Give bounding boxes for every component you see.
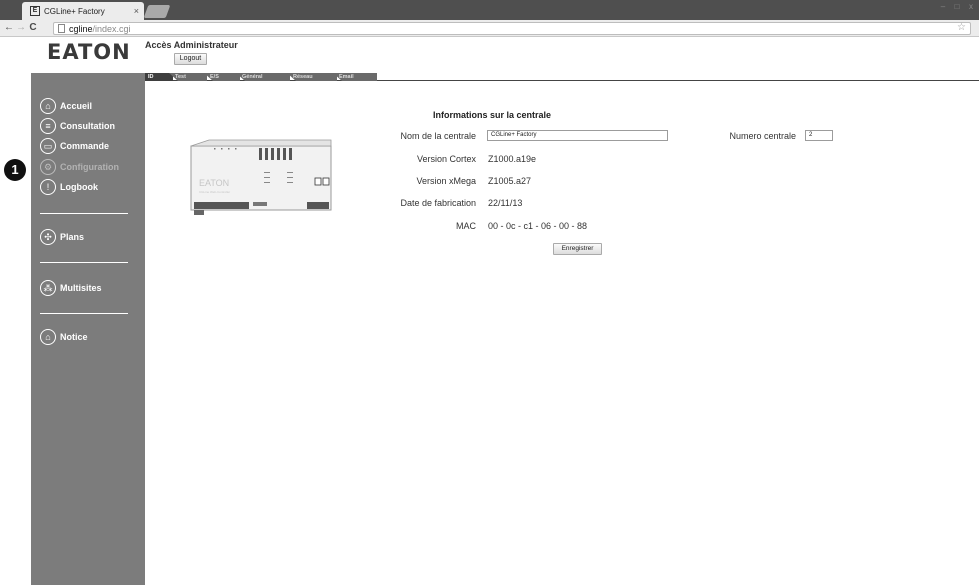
reload-icon[interactable]: C (27, 21, 39, 35)
config-tabs: ID Test E/S Général Réseau Email (145, 73, 979, 81)
date-label: Date de fabrication (400, 198, 476, 208)
favicon-icon: E (30, 6, 40, 16)
sidebar-item-logbook[interactable]: ! Logbook (40, 179, 98, 195)
mac-value: 00 - 0c - c1 - 06 - 00 - 88 (488, 221, 588, 231)
browser-window: E CGLine+ Factory × – □ x ← → C cgline /… (0, 0, 979, 585)
sidebar-item-configuration[interactable]: ⚙ Configuration (40, 159, 119, 175)
gears-icon: ⚙ (40, 159, 56, 175)
device-subtitle: CGLine Web-Controller (199, 190, 230, 194)
number-label: Numero centrale (729, 131, 796, 141)
eaton-logo: EATON (47, 40, 131, 64)
sidebar-item-label: Consultation (60, 121, 115, 131)
tab-es[interactable]: E/S (204, 73, 240, 81)
cortex-value: Z1000.a19e (488, 154, 537, 164)
url-path: /index.cgi (92, 23, 131, 34)
address-bar[interactable]: cgline /index.cgi ☆ (53, 22, 971, 35)
command-icon: ▭ (40, 138, 56, 154)
forward-arrow-icon[interactable]: → (15, 21, 27, 35)
admin-title: Accès Administrateur (145, 40, 238, 50)
date-value: 22/11/13 (488, 198, 523, 208)
tab-id[interactable]: ID (145, 73, 173, 81)
sidebar-item-multisites[interactable]: ⁂ Multisites (40, 280, 102, 296)
logout-button[interactable]: Logout (174, 53, 207, 65)
browser-toolbar: ← → C cgline /index.cgi ☆ (0, 20, 979, 37)
new-tab-button[interactable] (143, 5, 171, 18)
info-title: Informations sur la centrale (433, 110, 552, 120)
back-arrow-icon[interactable]: ← (3, 21, 15, 35)
sidebar-divider (40, 213, 128, 214)
sidebar-item-label: Accueil (60, 101, 93, 111)
mac-label: MAC (456, 221, 476, 231)
home-icon: ⌂ (40, 98, 56, 114)
close-window-icon[interactable]: x (965, 2, 977, 12)
sidebar-item-label: Configuration (60, 162, 119, 172)
page-icon (58, 24, 65, 33)
cortex-label: Version Cortex (416, 154, 476, 164)
sidebar-item-label: Logbook (60, 182, 98, 192)
sidebar-divider (40, 313, 128, 314)
window-controls: – □ x (937, 2, 977, 12)
list-icon: ≡ (40, 118, 56, 134)
sidebar-item-consultation[interactable]: ≡ Consultation (40, 118, 115, 134)
controller-device-image: EATON CGLine Web-Controller (190, 139, 332, 215)
tab-general[interactable]: Général (236, 73, 290, 81)
notice-icon: ⌂ (40, 329, 56, 345)
name-input[interactable]: CGLine+ Factory (487, 130, 668, 141)
sidebar-item-commande[interactable]: ▭ Commande (40, 138, 109, 154)
tab-email[interactable]: Email (333, 73, 377, 81)
sidebar-divider (40, 262, 128, 263)
page-header: EATON Accès Administrateur Logout (0, 37, 979, 73)
tab-test[interactable]: Test (169, 73, 207, 81)
minimize-icon[interactable]: – (937, 2, 949, 12)
xmega-label: Version xMega (416, 176, 476, 186)
bookmark-star-icon[interactable]: ☆ (957, 22, 966, 33)
url-host: cgline (69, 23, 93, 34)
xmega-value: Z1005.a27 (488, 176, 532, 186)
maximize-icon[interactable]: □ (951, 2, 963, 12)
number-input[interactable]: 2 (805, 130, 833, 141)
multisites-icon: ⁂ (40, 280, 56, 296)
save-button[interactable]: Enregistrer (553, 243, 602, 255)
sidebar: ⌂ Accueil ≡ Consultation ▭ Commande ⚙ Co… (31, 73, 145, 585)
browser-tab[interactable]: E CGLine+ Factory × (22, 2, 144, 20)
name-label: Nom de la centrale (400, 131, 476, 141)
sidebar-item-plans[interactable]: ✣ Plans (40, 229, 84, 245)
plans-icon: ✣ (40, 229, 56, 245)
sidebar-item-label: Multisites (60, 283, 102, 293)
sidebar-item-accueil[interactable]: ⌂ Accueil (40, 98, 92, 114)
sidebar-item-label: Notice (60, 332, 88, 342)
device-brand: EATON (199, 178, 229, 188)
sidebar-item-label: Plans (60, 232, 85, 242)
tab-close-icon[interactable]: × (134, 6, 139, 16)
tab-strip: E CGLine+ Factory × – □ x (0, 0, 979, 20)
tab-reseau[interactable]: Réseau (287, 73, 337, 81)
tab-title: CGLine+ Factory (44, 6, 105, 16)
step-callout: 1 (4, 159, 26, 181)
sidebar-item-label: Commande (60, 141, 110, 151)
warning-icon: ! (40, 179, 56, 195)
sidebar-item-notice[interactable]: ⌂ Notice (40, 329, 88, 345)
